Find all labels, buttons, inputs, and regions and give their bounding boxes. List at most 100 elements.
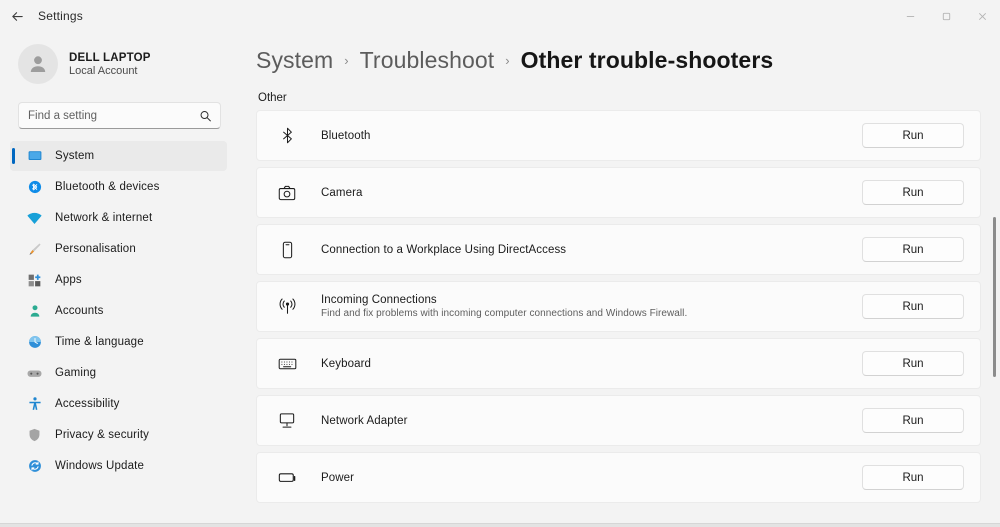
sidebar-item-system[interactable]: System	[10, 141, 227, 171]
troubleshooter-list: Bluetooth Run Camera Ru	[256, 110, 981, 503]
sidebar-item-accounts[interactable]: Accounts	[10, 296, 227, 326]
list-item-subtitle: Find and fix problems with incoming comp…	[321, 308, 862, 319]
sidebar-item-label: Gaming	[55, 367, 96, 379]
list-item-title: Bluetooth	[321, 130, 862, 142]
sidebar-item-bluetooth-devices[interactable]: Bluetooth & devices	[10, 172, 227, 202]
list-item[interactable]: Camera Run	[256, 167, 981, 218]
chevron-right-icon: ›	[505, 53, 509, 68]
maximize-button[interactable]	[928, 0, 964, 32]
list-item-text: Network Adapter	[321, 415, 862, 427]
sidebar-item-label: Personalisation	[55, 243, 136, 255]
run-button[interactable]: Run	[862, 465, 964, 490]
list-item[interactable]: Bluetooth Run	[256, 110, 981, 161]
sidebar-item-label: System	[55, 150, 94, 162]
sidebar-item-personalisation[interactable]: Personalisation	[10, 234, 227, 264]
list-item[interactable]: Network Adapter Run	[256, 395, 981, 446]
list-item-title: Connection to a Workplace Using DirectAc…	[321, 244, 862, 256]
sidebar-item-gaming[interactable]: Gaming	[10, 358, 227, 388]
clock-globe-icon	[26, 334, 43, 351]
list-item-text: Incoming Connections Find and fix proble…	[321, 294, 862, 319]
search-icon	[199, 109, 212, 122]
sidebar-item-label: Apps	[55, 274, 82, 286]
search-box[interactable]	[18, 102, 221, 129]
bluetooth-icon	[26, 179, 43, 196]
list-item-text: Bluetooth	[321, 130, 862, 142]
sidebar-item-label: Accounts	[55, 305, 104, 317]
back-button[interactable]	[0, 0, 34, 32]
back-arrow-icon	[10, 9, 25, 24]
list-item-text: Connection to a Workplace Using DirectAc…	[321, 244, 862, 256]
list-item-text: Power	[321, 472, 862, 484]
maximize-icon	[941, 11, 952, 22]
keyboard-icon	[277, 357, 297, 371]
list-item-title: Network Adapter	[321, 415, 862, 427]
sidebar-item-label: Network & internet	[55, 212, 152, 224]
content-scrollbar[interactable]	[993, 92, 996, 492]
list-item-title: Keyboard	[321, 358, 862, 370]
app-title: Settings	[38, 9, 83, 23]
sidebar: DELL LAPTOP Local Account	[0, 32, 237, 527]
avatar	[18, 44, 58, 84]
account-summary[interactable]: DELL LAPTOP Local Account	[8, 32, 227, 98]
network-adapter-icon	[277, 412, 297, 429]
chevron-right-icon: ›	[344, 53, 348, 68]
run-button[interactable]: Run	[862, 123, 964, 148]
list-item[interactable]: Keyboard Run	[256, 338, 981, 389]
bluetooth-icon	[277, 127, 297, 144]
run-button[interactable]: Run	[862, 351, 964, 376]
sidebar-item-apps[interactable]: Apps	[10, 265, 227, 295]
breadcrumb-item-system[interactable]: System	[256, 47, 333, 74]
accessibility-icon	[26, 396, 43, 413]
run-button[interactable]: Run	[862, 408, 964, 433]
settings-window: Settings	[0, 0, 1000, 527]
run-button[interactable]: Run	[862, 237, 964, 262]
section-header-other: Other	[258, 92, 1000, 104]
sidebar-item-label: Accessibility	[55, 398, 120, 410]
search-input[interactable]	[19, 103, 220, 128]
sidebar-item-network-internet[interactable]: Network & internet	[10, 203, 227, 233]
main-content: System › Troubleshoot › Other trouble-sh…	[237, 32, 1000, 527]
window-body: DELL LAPTOP Local Account	[0, 32, 1000, 527]
breadcrumb-item-troubleshoot[interactable]: Troubleshoot	[360, 47, 495, 74]
account-name: DELL LAPTOP	[69, 52, 151, 64]
list-item[interactable]: Incoming Connections Find and fix proble…	[256, 281, 981, 332]
monitor-icon	[26, 148, 43, 165]
sidebar-item-privacy-security[interactable]: Privacy & security	[10, 420, 227, 450]
person-icon	[26, 303, 43, 320]
list-item-text: Camera	[321, 187, 862, 199]
run-button[interactable]: Run	[862, 180, 964, 205]
update-refresh-icon	[26, 458, 43, 475]
broadcast-icon	[277, 298, 297, 315]
apps-grid-icon	[26, 272, 43, 289]
close-icon	[977, 11, 988, 22]
breadcrumb: System › Troubleshoot › Other trouble-sh…	[256, 32, 1000, 92]
run-button[interactable]: Run	[862, 294, 964, 319]
person-avatar-icon	[26, 52, 50, 76]
sidebar-item-label: Privacy & security	[55, 429, 149, 441]
list-item-title: Power	[321, 472, 862, 484]
minimize-icon	[905, 11, 916, 22]
minimize-button[interactable]	[892, 0, 928, 32]
paintbrush-icon	[26, 241, 43, 258]
sidebar-item-label: Time & language	[55, 336, 144, 348]
battery-icon	[277, 471, 297, 484]
sidebar-nav: System Bluetooth & devices	[8, 141, 227, 481]
list-item[interactable]: Power Run	[256, 452, 981, 503]
sidebar-item-accessibility[interactable]: Accessibility	[10, 389, 227, 419]
camera-icon	[277, 185, 297, 201]
list-item-title: Camera	[321, 187, 862, 199]
title-bar: Settings	[0, 0, 1000, 32]
account-subtitle: Local Account	[69, 65, 151, 77]
device-icon	[277, 241, 297, 259]
sidebar-item-label: Bluetooth & devices	[55, 181, 160, 193]
account-text: DELL LAPTOP Local Account	[69, 52, 151, 77]
list-item[interactable]: Connection to a Workplace Using DirectAc…	[256, 224, 981, 275]
close-button[interactable]	[964, 0, 1000, 32]
window-bottom-edge	[0, 523, 1000, 527]
scrollbar-thumb[interactable]	[993, 217, 996, 377]
wifi-icon	[26, 210, 43, 227]
window-caption-buttons	[892, 0, 1000, 32]
sidebar-item-windows-update[interactable]: Windows Update	[10, 451, 227, 481]
sidebar-item-time-language[interactable]: Time & language	[10, 327, 227, 357]
breadcrumb-item-current: Other trouble-shooters	[521, 47, 774, 74]
